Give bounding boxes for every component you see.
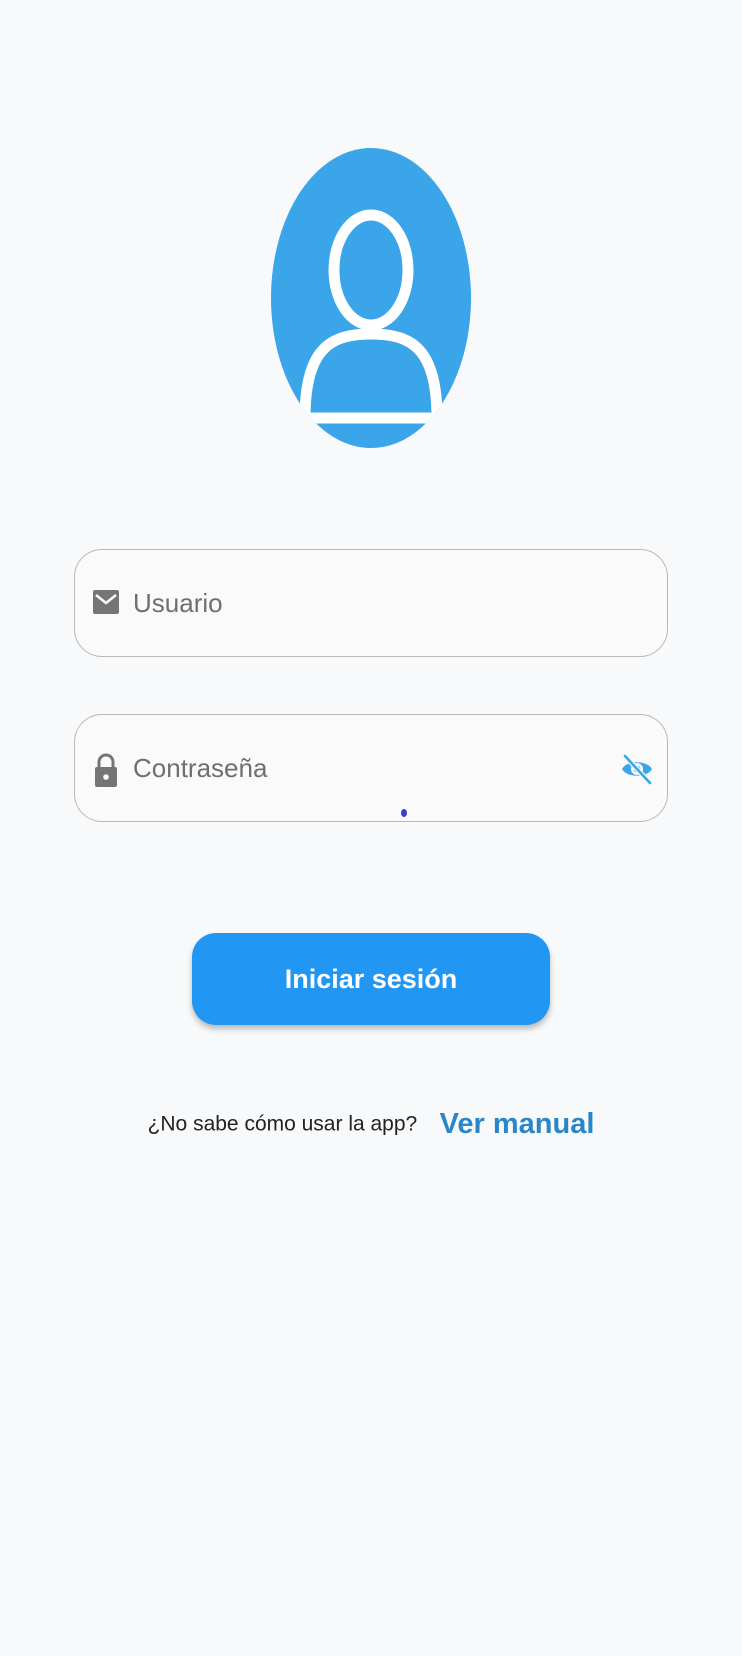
password-field[interactable]	[74, 714, 668, 822]
help-question: ¿No sabe cómo usar la app?	[147, 1112, 418, 1136]
mail-icon	[92, 586, 120, 620]
login-button[interactable]: Iniciar sesión	[192, 933, 550, 1025]
user-avatar-icon	[271, 148, 471, 448]
eye-off-icon[interactable]	[619, 751, 655, 787]
username-field[interactable]	[74, 549, 668, 657]
manual-link[interactable]: Ver manual	[440, 1108, 595, 1140]
username-input[interactable]	[133, 582, 573, 624]
help-row: ¿No sabe cómo usar la app? Ver manual	[0, 1108, 742, 1141]
lock-icon	[92, 751, 120, 787]
password-input[interactable]	[133, 747, 573, 789]
touch-indicator	[401, 809, 407, 817]
